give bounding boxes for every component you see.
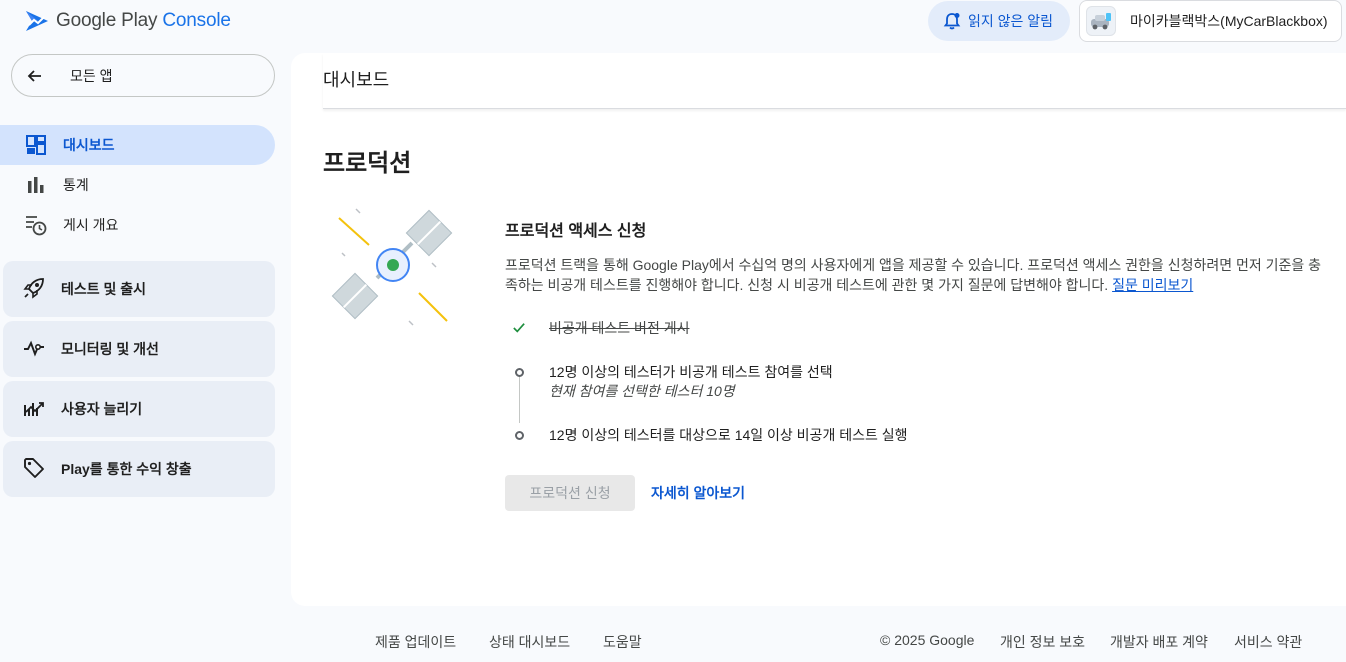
footer-copyright: © 2025 Google: [880, 632, 975, 648]
pending-circle-icon: [513, 429, 525, 441]
sidebar-group-label: 테스트 및 출시: [61, 281, 147, 297]
footer-link-product-updates[interactable]: 제품 업데이트: [375, 632, 456, 652]
arrow-back-icon: [27, 69, 41, 82]
play-console-logo[interactable]: Google Play Console: [24, 8, 231, 34]
app-name: 마이카블랙박스(MyCarBlackbox): [1130, 13, 1328, 29]
requirements-checklist: 비공개 테스트 버전 게시 12명 이상의 테스터가 비공개 테스트 참여를 선…: [505, 319, 1325, 445]
sidebar-item-dashboard[interactable]: 대시보드: [0, 125, 275, 165]
checklist-item-subtext: 현재 참여를 선택한 테스터 10명: [549, 383, 735, 399]
pending-circle-icon: [513, 366, 525, 378]
play-console-logo-icon: [26, 11, 48, 31]
learn-more-link[interactable]: 자세히 알아보기: [651, 483, 745, 503]
footer-link-developer-agreement[interactable]: 개발자 배포 계약: [1110, 632, 1208, 652]
apply-production-button[interactable]: 프로덕션 신청: [505, 475, 635, 511]
app-icon: [1086, 6, 1116, 36]
checklist-item: 12명 이상의 테스터를 대상으로 14일 이상 비공개 테스트 실행: [505, 426, 1325, 445]
sidebar-group-monitoring[interactable]: 모니터링 및 개선: [3, 321, 275, 377]
sidebar-group-label: Play를 통한 수익 창출: [61, 461, 192, 477]
sidebar-group-label: 사용자 늘리기: [61, 401, 143, 417]
all-apps-button[interactable]: 모든 앱: [11, 54, 275, 97]
card-description: 프로덕션 트랙을 통해 Google Play에서 수십억 명의 사용자에게 앱…: [505, 257, 1322, 293]
footer-link-status-dashboard[interactable]: 상태 대시보드: [489, 632, 570, 652]
logo-text: Google Play Console: [56, 10, 231, 31]
footer-link-help[interactable]: 도움말: [603, 632, 642, 652]
growth-icon: [23, 397, 45, 422]
sidebar-group-monetize[interactable]: Play를 통한 수익 창출: [3, 441, 275, 497]
unread-notifications-button[interactable]: 읽지 않은 알림: [928, 1, 1070, 41]
publishing-overview-icon: [25, 214, 47, 236]
sidebar-item-statistics[interactable]: 통계: [0, 165, 275, 205]
card-actions: 프로덕션 신청 자세히 알아보기: [505, 475, 1325, 511]
sidebar-item-publishing-overview[interactable]: 게시 개요: [0, 205, 275, 245]
page-title: 대시보드: [323, 70, 390, 90]
all-apps-label: 모든 앱: [70, 67, 113, 84]
notifications-label: 읽지 않은 알림: [968, 13, 1054, 29]
card-title: 프로덕션 액세스 신청: [505, 223, 647, 240]
app-selector[interactable]: 마이카블랙박스(MyCarBlackbox): [1079, 0, 1342, 42]
checklist-item: 비공개 테스트 버전 게시: [505, 319, 1325, 338]
rocket-icon: [23, 277, 45, 302]
sidebar-group-grow-users[interactable]: 사용자 늘리기: [3, 381, 275, 437]
sidebar-item-label: 게시 개요: [63, 217, 119, 233]
bar-chart-icon: [25, 174, 47, 196]
main-panel: 대시보드 프로덕션 프로덕션 액세스 신청 프로덕션 트랙을 통해 Google…: [291, 53, 1346, 606]
page-header: 대시보드: [323, 53, 1346, 109]
production-access-card: 프로덕션 액세스 신청 프로덕션 트랙을 통해 Google Play에서 수십…: [505, 217, 1325, 511]
sidebar-group-test-and-release[interactable]: 테스트 및 출시: [3, 261, 275, 317]
bell-icon: [943, 13, 961, 30]
footer: 제품 업데이트 상태 대시보드 도움말 © 2025 Google 개인 정보 …: [0, 620, 1346, 660]
checklist-item: 12명 이상의 테스터가 비공개 테스트 참여를 선택 현재 참여를 선택한 테…: [505, 363, 1325, 401]
preview-questions-link[interactable]: 질문 미리보기: [1112, 277, 1193, 293]
sidebar-item-label: 통계: [63, 177, 89, 193]
footer-link-terms[interactable]: 서비스 약관: [1234, 632, 1302, 652]
check-icon: [513, 322, 525, 334]
section-title: 프로덕션: [323, 150, 412, 177]
sidebar-item-label: 대시보드: [63, 137, 115, 153]
sidebar-group-label: 모니터링 및 개선: [61, 341, 159, 357]
footer-link-privacy[interactable]: 개인 정보 보호: [1000, 632, 1085, 652]
tag-icon: [23, 457, 45, 482]
vitals-icon: [23, 337, 45, 362]
top-bar: Google Play Console 읽지 않은 알림 마이카블랙박스(MyC…: [0, 0, 1346, 44]
dashboard-icon: [25, 134, 47, 156]
satellite-illustration-icon: [331, 208, 453, 326]
